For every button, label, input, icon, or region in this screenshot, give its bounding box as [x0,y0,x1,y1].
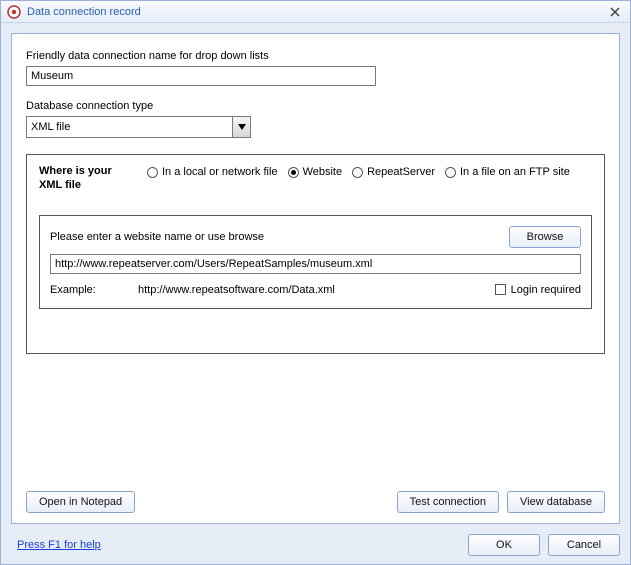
app-icon [7,5,21,19]
ok-button[interactable]: OK [468,534,540,556]
radio-ftp-label: In a file on an FTP site [460,166,570,178]
radio-local[interactable]: In a local or network file [147,166,278,178]
example-label: Example: [50,284,138,296]
login-required-checkbox[interactable]: Login required [495,284,581,296]
location-prompt: Where is your XML file [39,165,135,193]
content-area: Friendly data connection name for drop d… [1,23,630,530]
main-panel: Friendly data connection name for drop d… [11,33,620,524]
radio-ftp[interactable]: In a file on an FTP site [445,166,570,178]
view-database-button[interactable]: View database [507,491,605,513]
dbtype-label: Database connection type [26,100,605,112]
location-group: Where is your XML file In a local or net… [26,154,605,354]
radio-website-label: Website [303,166,343,178]
checkbox-box [495,284,506,295]
chevron-down-icon [232,117,250,137]
cancel-button[interactable]: Cancel [548,534,620,556]
radio-local-label: In a local or network file [162,166,278,178]
example-value: http://www.repeatsoftware.com/Data.xml [138,284,495,296]
help-link[interactable]: Press F1 for help [17,539,101,551]
window-title: Data connection record [27,6,141,18]
radio-repeatserver-label: RepeatServer [367,166,435,178]
radio-repeatserver[interactable]: RepeatServer [352,166,435,178]
website-prompt: Please enter a website name or use brows… [50,231,509,243]
test-connection-button[interactable]: Test connection [397,491,499,513]
dbtype-select[interactable]: XML file [26,116,251,138]
friendly-name-input[interactable] [26,66,376,86]
close-icon[interactable] [606,4,624,20]
panel-buttons: Open in Notepad Test connection View dat… [26,491,605,513]
titlebar: Data connection record [1,1,630,23]
radio-website[interactable]: Website [288,166,343,178]
login-required-label: Login required [511,284,581,296]
footer: Press F1 for help OK Cancel [1,530,630,564]
website-url-input[interactable] [50,254,581,274]
website-box: Please enter a website name or use brows… [39,215,592,309]
dialog-window: Data connection record Friendly data con… [0,0,631,565]
location-radios: In a local or network file Website Repea… [147,165,570,178]
browse-button[interactable]: Browse [509,226,581,248]
open-notepad-button[interactable]: Open in Notepad [26,491,135,513]
friendly-name-label: Friendly data connection name for drop d… [26,50,605,62]
dbtype-selected: XML file [31,121,70,133]
